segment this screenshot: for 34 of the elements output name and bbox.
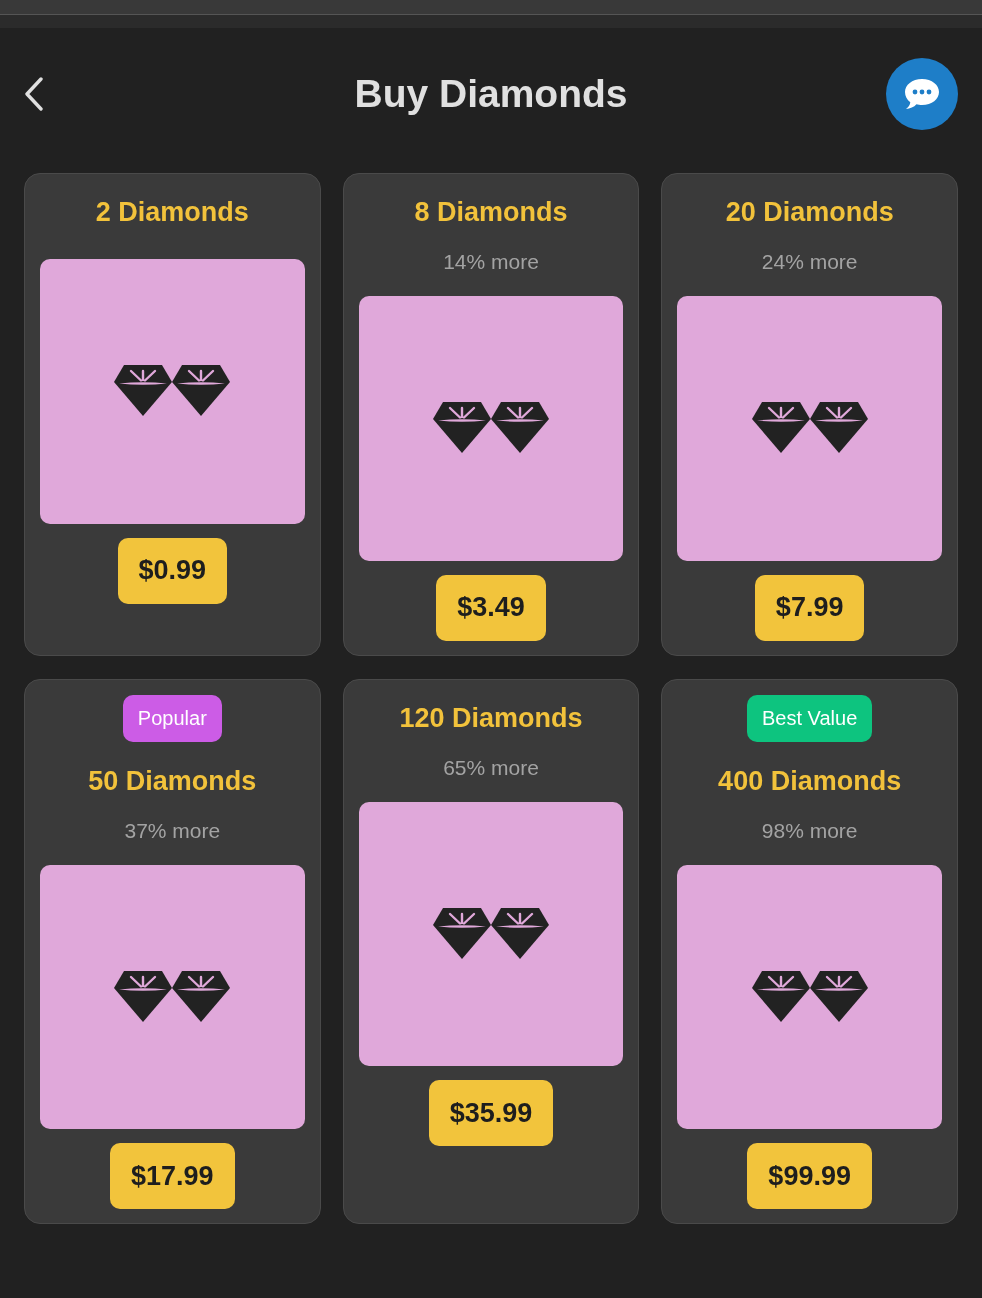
chevron-left-icon: [24, 77, 44, 111]
price-button[interactable]: $35.99: [428, 1080, 554, 1147]
diamond-pair-icon: [751, 402, 868, 455]
bonus-text: 14% more: [443, 249, 539, 275]
chat-bubble-icon: [904, 78, 940, 110]
product-card[interactable]: Best Value 400 Diamonds 98% more $99.99: [661, 678, 958, 1225]
price-button[interactable]: $3.49: [436, 574, 546, 641]
pack-title: 20 Diamonds: [725, 196, 894, 229]
pack-badge: Popular: [122, 694, 222, 742]
bonus-text: 24% more: [761, 249, 858, 275]
bonus-text: 65% more: [443, 754, 539, 781]
price-button[interactable]: $99.99: [747, 1143, 872, 1210]
product-card[interactable]: 8 Diamonds 14% more $3.49: [342, 173, 640, 656]
pack-title: 400 Diamonds: [718, 764, 902, 798]
pack-title: 120 Diamonds: [399, 701, 583, 735]
product-card[interactable]: 2 Diamonds $0.99: [24, 173, 321, 656]
product-card[interactable]: 20 Diamonds 24% more $7.99: [661, 173, 958, 656]
pack-title: 2 Diamonds: [95, 196, 249, 229]
page-title: Buy Diamonds: [354, 70, 628, 117]
pack-badge: Best Value: [747, 694, 873, 742]
price-button[interactable]: $0.99: [117, 537, 228, 604]
diamond-pair-icon: [751, 971, 868, 1023]
price-button[interactable]: $7.99: [754, 574, 865, 641]
price-button[interactable]: $17.99: [110, 1143, 235, 1210]
product-card[interactable]: 120 Diamonds 65% more $35.99: [342, 678, 640, 1225]
bonus-text: 37% more: [124, 817, 221, 844]
diamond-pair-icon: [433, 908, 549, 960]
diamond-pair-icon: [433, 402, 549, 455]
diamond-pair-icon: [114, 365, 231, 418]
bonus-text: 98% more: [761, 817, 858, 844]
product-card[interactable]: Popular 50 Diamonds 37% more $17.99: [24, 678, 321, 1225]
pack-title: 50 Diamonds: [88, 764, 257, 798]
diamond-pair-icon: [114, 971, 231, 1023]
pack-title: 8 Diamonds: [414, 196, 568, 229]
